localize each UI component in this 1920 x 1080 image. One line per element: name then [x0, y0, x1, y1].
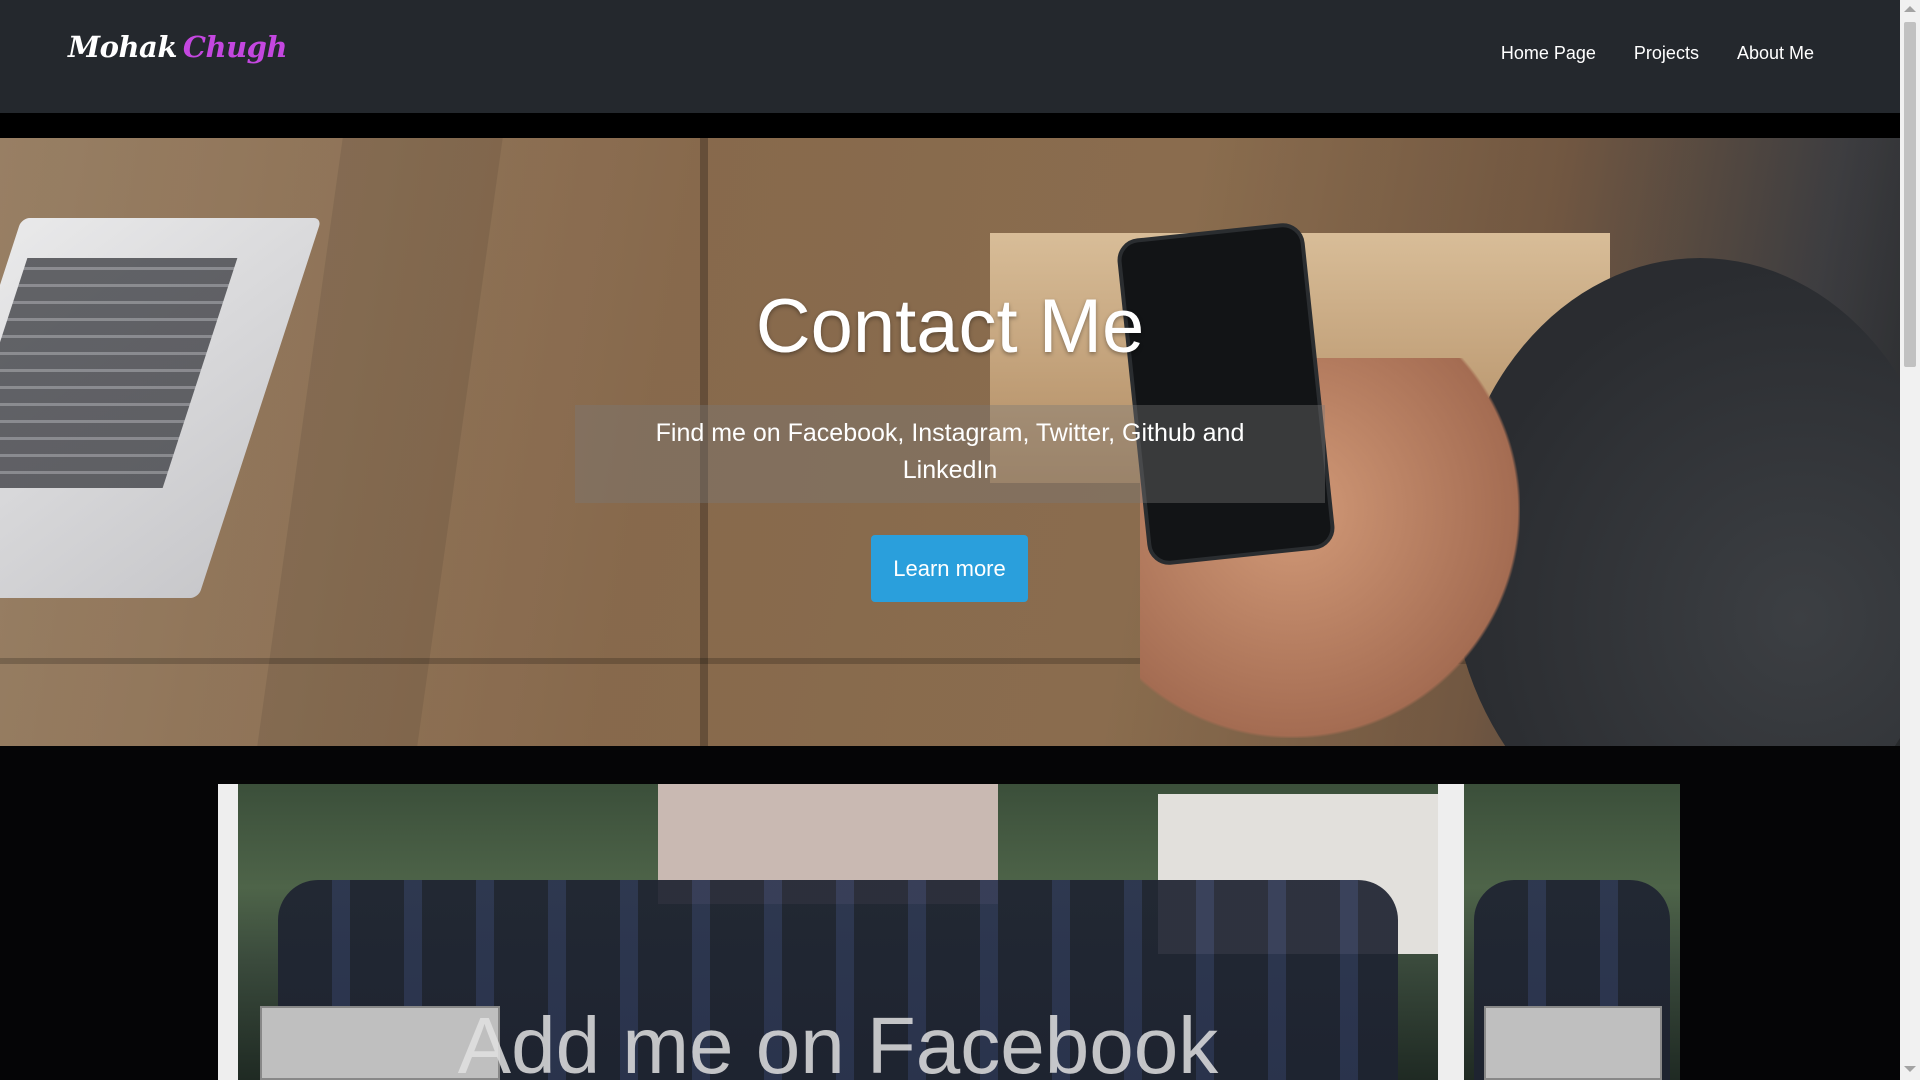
slide-thumbnail[interactable]	[1484, 1006, 1662, 1080]
photo-carousel[interactable]: Add me on Facebook	[218, 784, 1680, 1080]
carousel-slide-active[interactable]: Add me on Facebook	[238, 784, 1438, 1080]
hero-phone-image	[1115, 221, 1337, 567]
hero-subtitle: Find me on Facebook, Instagram, Twitter,…	[575, 405, 1325, 503]
hero-title: Contact Me	[755, 284, 1145, 369]
navbar: Mohak Chugh Home Page Projects About Me	[0, 0, 1900, 113]
scroll-up-arrow-icon[interactable]	[1904, 6, 1916, 12]
nav-link-about[interactable]: About Me	[1737, 43, 1814, 64]
brand-first-name: Mohak	[68, 30, 177, 64]
carousel-slide-next[interactable]	[1464, 784, 1680, 1080]
brand-logo[interactable]: Mohak Chugh	[68, 30, 288, 64]
brand-last-name: Chugh	[182, 30, 288, 64]
nav-link-projects[interactable]: Projects	[1634, 43, 1699, 64]
scrollbar-thumb[interactable]	[1904, 22, 1916, 367]
learn-more-button[interactable]: Learn more	[871, 535, 1028, 602]
nav-divider	[0, 113, 1900, 138]
slide-caption: Add me on Facebook	[457, 1001, 1219, 1080]
page-scrollbar[interactable]	[1900, 0, 1920, 1080]
scroll-down-arrow-icon[interactable]	[1904, 1066, 1916, 1072]
nav-link-home[interactable]: Home Page	[1501, 43, 1596, 64]
nav-links: Home Page Projects About Me	[1501, 43, 1814, 64]
hero-section: Contact Me Find me on Facebook, Instagra…	[0, 138, 1900, 746]
